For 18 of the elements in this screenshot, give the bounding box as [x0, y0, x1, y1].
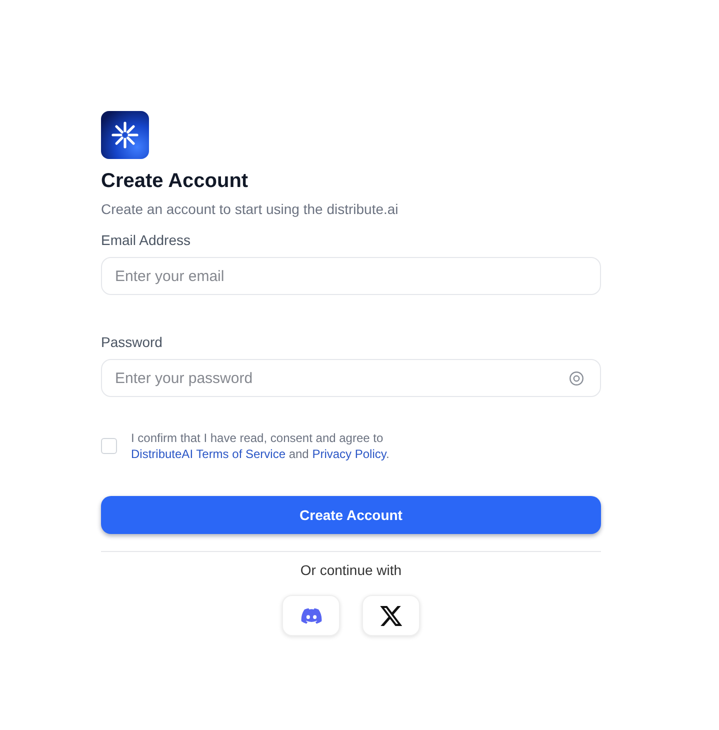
logo-icon: [101, 111, 149, 159]
email-field[interactable]: Enter your email: [101, 257, 601, 295]
create-account-button[interactable]: Create Account: [101, 496, 601, 534]
discord-button[interactable]: [282, 595, 340, 636]
consent-link[interactable]: Privacy Policy: [312, 447, 386, 461]
divider-text: Or continue with: [300, 561, 402, 580]
field-label: Password: [101, 333, 162, 352]
page-title: Create Account: [101, 169, 248, 193]
page-subtitle: Create an account to start using the distribute.ai: [101, 200, 398, 219]
field-label: Email Address: [101, 231, 190, 250]
x-button[interactable]: [362, 595, 420, 636]
consent-text: I confirm that I have read, consent and agree to DistributeAI Terms of Service and Privacy Policy.: [131, 430, 390, 462]
concentric-circles-icon[interactable]: [569, 370, 584, 386]
password-field[interactable]: Enter your password: [101, 359, 601, 397]
consent-checkbox[interactable]: [101, 438, 117, 454]
x-logo-icon: [380, 606, 402, 626]
discord-icon: [300, 608, 322, 624]
consent-link[interactable]: DistributeAI Terms of Service: [131, 447, 286, 461]
